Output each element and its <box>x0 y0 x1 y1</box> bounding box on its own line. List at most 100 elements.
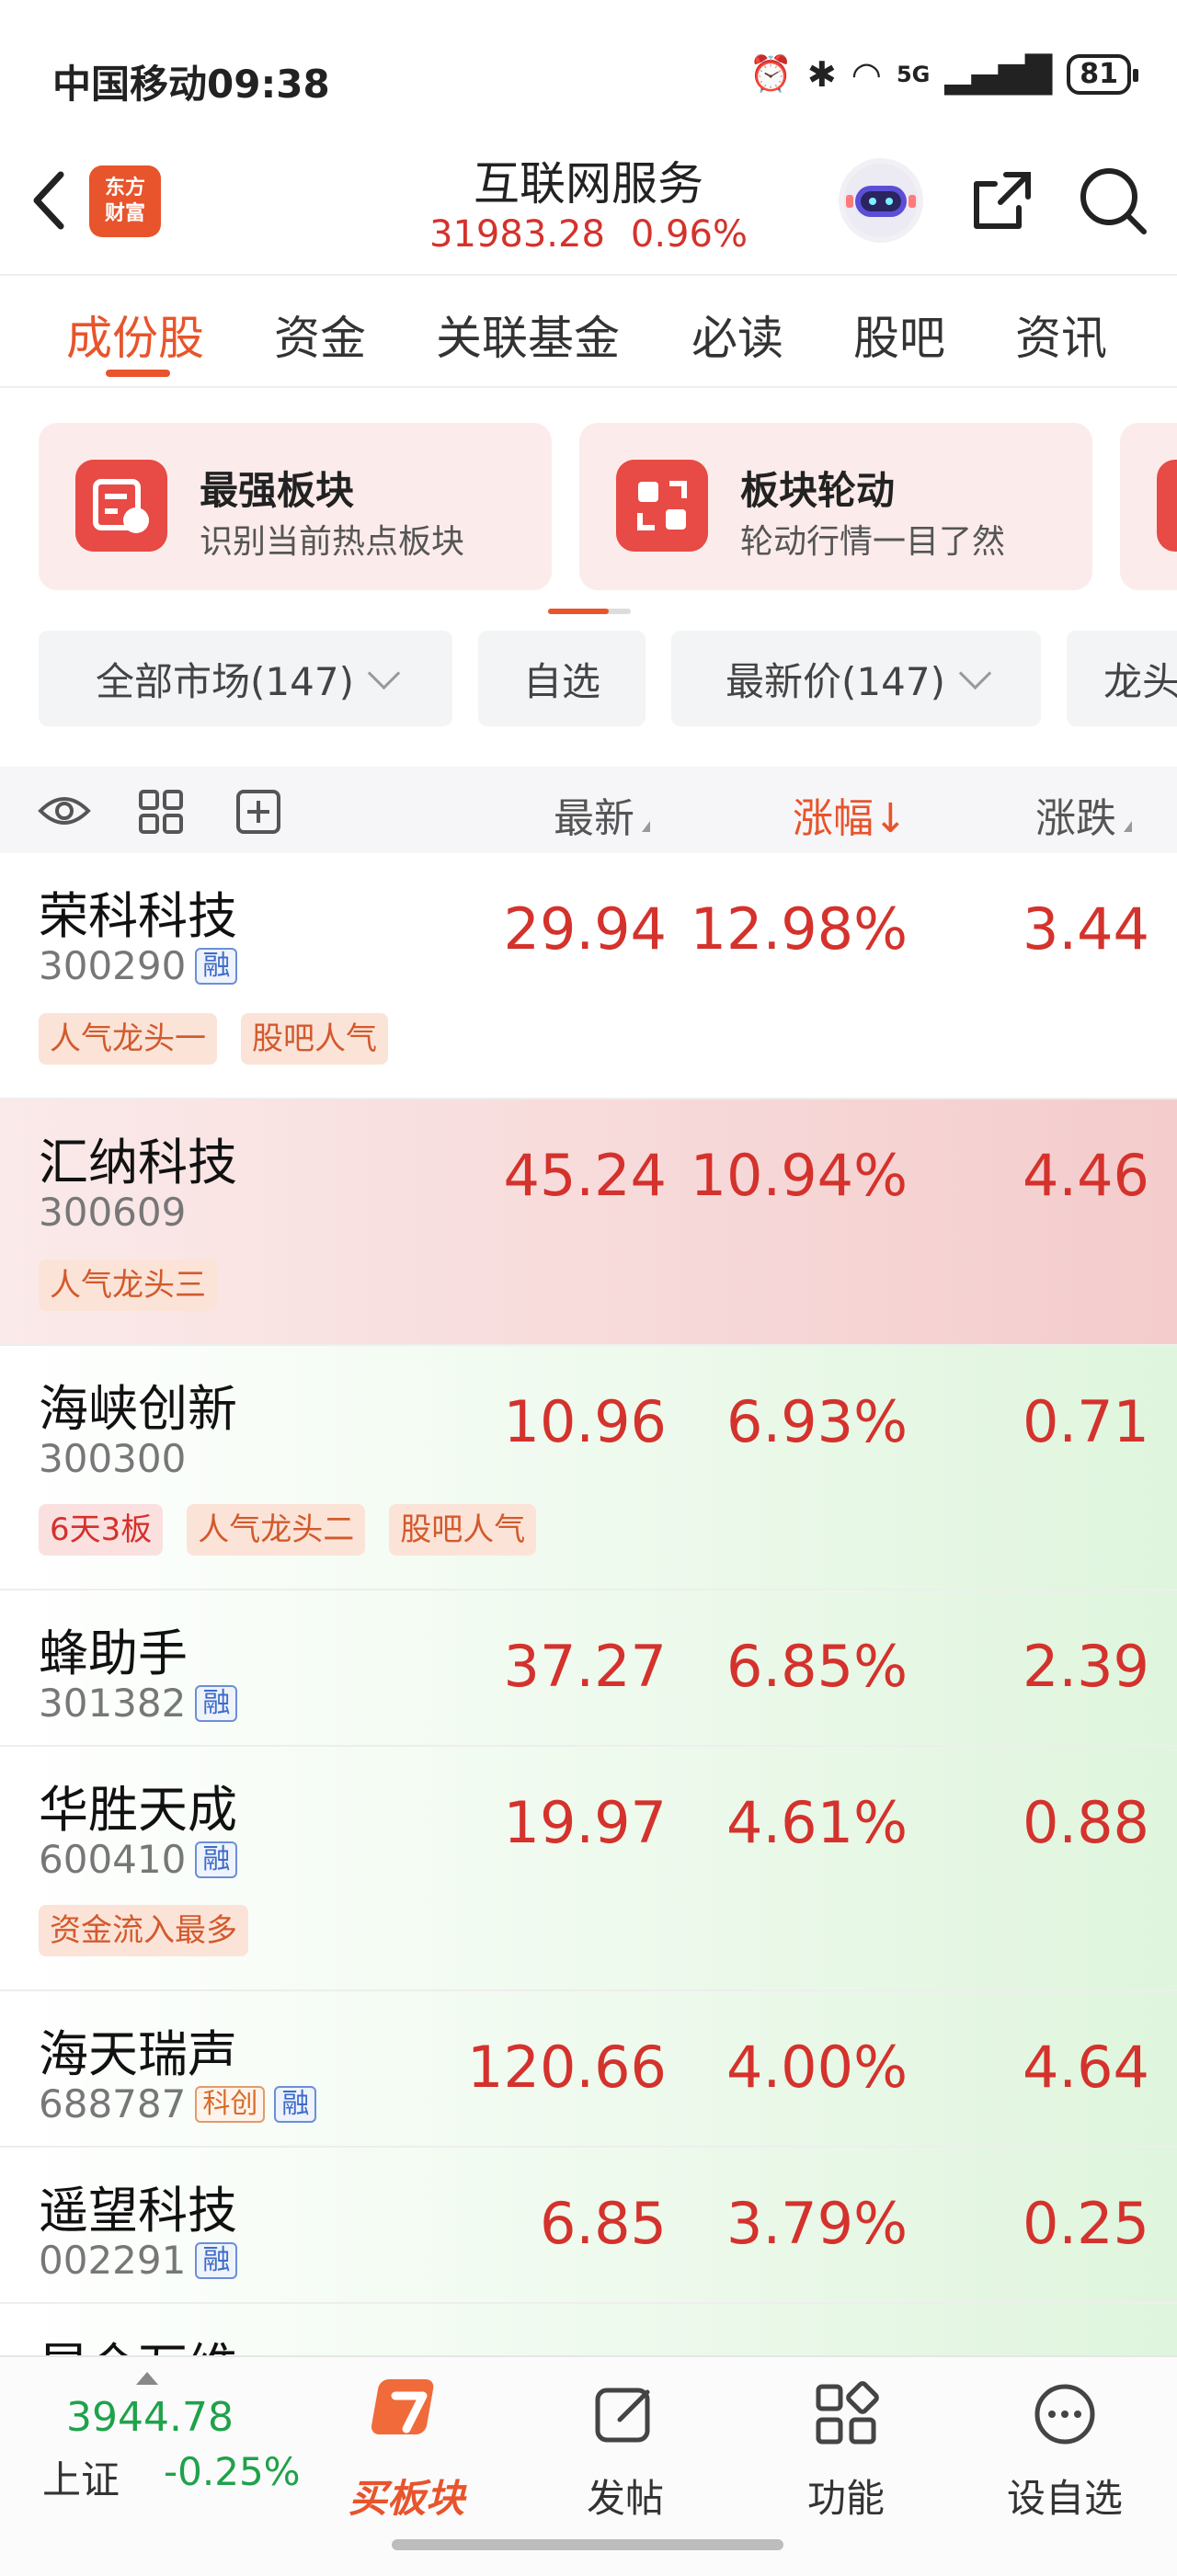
stock-name: 华胜天成 <box>39 1781 237 1839</box>
nav-label: 设自选 <box>1006 2476 1123 2521</box>
stock-code: 300290 <box>39 943 187 988</box>
clock: 09:38 <box>207 62 330 107</box>
table-row[interactable]: 蜂助手 301382 融 37.27 6.85% 2.39 <box>0 1590 1177 1747</box>
change-pct: 4.00% <box>726 2034 908 2101</box>
index-change: 0.96% <box>630 213 748 256</box>
tag[interactable]: 6天3板 <box>39 1504 164 1556</box>
watchlist-filter[interactable]: 自选 <box>478 631 646 726</box>
margin-badge: 融 <box>274 2085 317 2123</box>
buy-board-button[interactable]: 买板块 <box>314 2366 498 2523</box>
stock-name: 汇纳科技 <box>39 1134 237 1191</box>
active-tab-indicator <box>106 370 170 377</box>
page-header: 东方财富 互联网服务 31983.28 0.96% <box>0 138 1177 276</box>
change-amount: 0.25 <box>1022 2190 1149 2257</box>
change-pct: 4.61% <box>726 1789 908 1856</box>
carrier-name: 中国移动 <box>52 62 208 107</box>
tab-forum[interactable]: 股吧 <box>853 302 945 368</box>
more-circle-icon <box>1034 2384 1095 2445</box>
tab-bar: 成份股 资金 关联基金 必读 股吧 资讯 <box>0 274 1177 388</box>
index-name: 上证 <box>42 2457 120 2502</box>
tag[interactable]: 人气龙头二 <box>187 1504 366 1556</box>
column-change-pct[interactable]: 涨幅↓ <box>793 785 908 844</box>
post-button[interactable]: 发帖 <box>533 2366 717 2523</box>
tag[interactable]: 股吧人气 <box>241 1013 388 1065</box>
table-row[interactable]: 海峡创新 300300 10.96 6.93% 0.71 6天3板 人气龙头二 … <box>0 1346 1177 1590</box>
table-row[interactable]: 汇纳科技 300609 45.24 10.94% 4.46 人气龙头三 <box>0 1100 1177 1346</box>
nav-label: 发帖 <box>586 2476 664 2521</box>
tab-constituents[interactable]: 成份股 <box>66 302 204 368</box>
stock-name: 荣科科技 <box>39 887 237 945</box>
stock-code: 300609 <box>39 1190 187 1235</box>
nav-label: 功能 <box>806 2476 885 2521</box>
price-filter-dropdown[interactable]: 最新价(147) <box>671 631 1041 726</box>
change-pct: 10.94% <box>690 1142 908 1209</box>
table-row[interactable]: 华胜天成 600410 融 19.97 4.61% 0.88 资金流入最多 <box>0 1747 1177 1991</box>
battery-indicator: 81 <box>1067 53 1138 95</box>
tag[interactable]: 股吧人气 <box>389 1504 537 1556</box>
latest-price: 19.97 <box>503 1789 668 1856</box>
chip-label: 龙头 <box>1103 658 1177 704</box>
index-value: 31983.28 <box>429 213 605 256</box>
star-market-badge: 科创 <box>195 2085 266 2123</box>
tag[interactable]: 人气龙头一 <box>39 1013 217 1065</box>
eye-icon[interactable] <box>37 791 92 831</box>
add-watchlist-button[interactable]: 设自选 <box>973 2366 1157 2523</box>
bottom-bar: 3944.78 上证 -0.25% 买板块 发帖 功能 设自选 <box>0 2355 1177 2576</box>
margin-badge: 融 <box>195 2241 238 2279</box>
stock-name: 海天瑞声 <box>39 2025 237 2083</box>
column-change[interactable]: 涨跌 <box>1035 785 1132 844</box>
card-strongest-board[interactable]: 最强板块 识别当前热点板块 <box>39 423 552 590</box>
column-latest-price[interactable]: 最新 <box>554 785 650 844</box>
grid-icon[interactable] <box>138 789 184 835</box>
tab-capital[interactable]: 资金 <box>274 302 366 368</box>
market-filter-dropdown[interactable]: 全部市场(147) <box>39 631 452 726</box>
functions-button[interactable]: 功能 <box>754 2366 938 2523</box>
tag[interactable]: 人气龙头三 <box>39 1260 217 1311</box>
chevron-up-icon <box>136 2372 158 2385</box>
stock-name: 遥望科技 <box>39 2182 237 2240</box>
table-row[interactable]: 海天瑞声 688787 科创融 120.66 4.00% 4.64 <box>0 1991 1177 2148</box>
nav-label: 买板块 <box>348 2476 464 2521</box>
change-pct: 3.79% <box>726 2190 908 2257</box>
card-title: 最强板块 <box>200 468 355 513</box>
signal-icon: ▂▄▆█ <box>944 53 1053 95</box>
card-icon <box>1157 460 1177 552</box>
latest-price: 37.27 <box>503 1633 668 1700</box>
search-icon[interactable] <box>1074 162 1151 239</box>
share-icon[interactable] <box>964 162 1041 239</box>
latest-price: 45.24 <box>503 1142 668 1209</box>
table-row[interactable]: 荣科科技 300290 融 29.94 12.98% 3.44 人气龙头一 股吧人… <box>0 853 1177 1100</box>
latest-price: 10.96 <box>503 1388 668 1455</box>
assistant-avatar-icon[interactable] <box>839 158 923 243</box>
stock-code: 301382 <box>39 1681 187 1726</box>
tab-related-funds[interactable]: 关联基金 <box>436 302 620 368</box>
robot-icon <box>844 164 918 237</box>
card-board-rotation[interactable]: 板块轮动 轮动行情一目了然 <box>579 423 1092 590</box>
latest-price: 29.94 <box>503 895 668 963</box>
stock-code: 600410 <box>39 1837 187 1882</box>
change-amount: 2.39 <box>1022 1633 1149 1700</box>
tab-news[interactable]: 资讯 <box>1015 302 1107 368</box>
card-title: 板块轮动 <box>740 468 896 513</box>
network-type: 5G <box>896 61 931 87</box>
add-box-icon[interactable] <box>235 789 281 835</box>
card-partial[interactable] <box>1120 423 1177 590</box>
home-indicator[interactable] <box>392 2539 783 2550</box>
leader-filter[interactable]: 龙头 <box>1067 631 1177 726</box>
chip-label: 全部市场(147) <box>96 658 354 704</box>
buy-board-icon <box>371 2379 434 2434</box>
change-pct: 6.85% <box>726 1633 908 1700</box>
change-amount: 3.44 <box>1022 895 1149 963</box>
change-amount: 0.71 <box>1022 1388 1149 1455</box>
table-row[interactable]: 遥望科技 002291 融 6.85 3.79% 0.25 <box>0 2148 1177 2304</box>
bluetooth-icon: ✱ <box>806 53 837 95</box>
tab-must-read[interactable]: 必读 <box>691 302 783 368</box>
latest-price: 6.85 <box>539 2190 667 2257</box>
change-amount: 4.64 <box>1022 2034 1149 2101</box>
rotation-icon <box>616 460 708 552</box>
stock-code: 688787 <box>39 2081 187 2126</box>
feature-cards: 最强板块 识别当前热点板块 板块轮动 轮动行情一目了然 <box>0 423 1177 598</box>
tag[interactable]: 资金流入最多 <box>39 1905 248 1956</box>
apps-icon <box>816 2381 879 2445</box>
stock-name: 蜂助手 <box>39 1624 188 1682</box>
